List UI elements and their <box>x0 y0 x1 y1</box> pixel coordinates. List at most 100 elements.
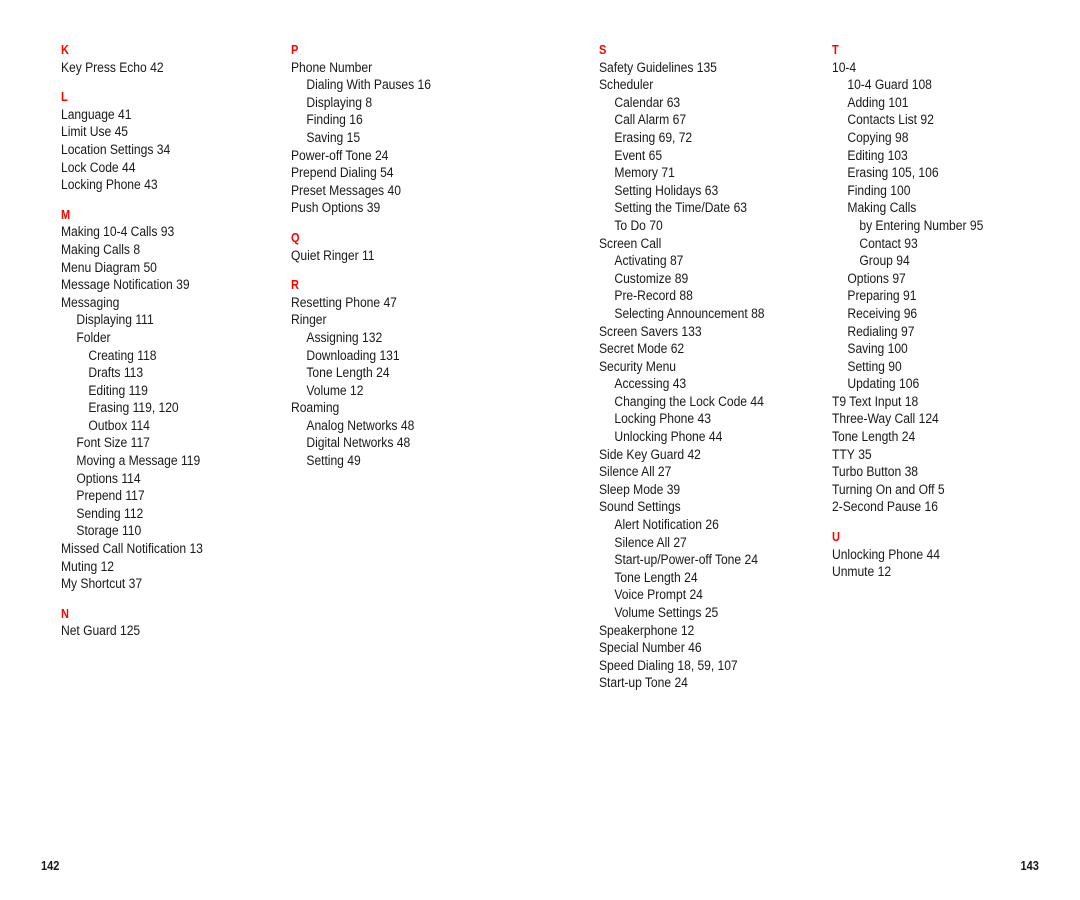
index-entry[interactable]: Pre-Record 88 <box>599 288 792 306</box>
index-entry[interactable]: Finding 100 <box>832 183 1029 201</box>
index-entry[interactable]: Storage 110 <box>61 523 251 541</box>
index-entry[interactable]: Silence All 27 <box>599 535 792 553</box>
index-entry[interactable]: T9 Text Input 18 <box>832 394 1029 412</box>
index-entry[interactable]: Locking Phone 43 <box>599 411 792 429</box>
index-entry[interactable]: Preset Messages 40 <box>291 183 548 201</box>
index-entry[interactable]: Lock Code 44 <box>61 160 251 178</box>
index-entry[interactable]: Erasing 69, 72 <box>599 130 792 148</box>
index-entry[interactable]: Folder <box>61 330 251 348</box>
index-entry[interactable]: Outbox 114 <box>61 418 251 436</box>
index-entry[interactable]: Contacts List 92 <box>832 112 1029 130</box>
index-entry[interactable]: Event 65 <box>599 148 792 166</box>
index-entry[interactable]: Customize 89 <box>599 271 792 289</box>
index-entry[interactable]: Assigning 132 <box>291 330 548 348</box>
index-entry[interactable]: Activating 87 <box>599 253 792 271</box>
index-entry[interactable]: Downloading 131 <box>291 348 548 366</box>
index-entry[interactable]: Phone Number <box>291 60 548 78</box>
index-entry[interactable]: Creating 118 <box>61 348 251 366</box>
index-entry[interactable]: Changing the Lock Code 44 <box>599 394 792 412</box>
index-entry[interactable]: 10-4 <box>832 60 1029 78</box>
index-entry[interactable]: 10-4 Guard 108 <box>832 77 1029 95</box>
index-entry[interactable]: Copying 98 <box>832 130 1029 148</box>
index-entry[interactable]: Tone Length 24 <box>832 429 1029 447</box>
index-entry[interactable]: Turning On and Off 5 <box>832 482 1029 500</box>
index-entry[interactable]: Displaying 8 <box>291 95 548 113</box>
index-entry[interactable]: Preparing 91 <box>832 288 1029 306</box>
index-entry[interactable]: Key Press Echo 42 <box>61 60 251 78</box>
index-entry[interactable]: Start-up Tone 24 <box>599 675 792 693</box>
index-entry[interactable]: Editing 119 <box>61 383 251 401</box>
index-entry[interactable]: Digital Networks 48 <box>291 435 548 453</box>
index-entry[interactable]: Turbo Button 38 <box>832 464 1029 482</box>
index-entry[interactable]: Menu Diagram 50 <box>61 260 251 278</box>
index-entry[interactable]: To Do 70 <box>599 218 792 236</box>
index-entry[interactable]: Options 97 <box>832 271 1029 289</box>
index-entry[interactable]: Erasing 119, 120 <box>61 400 251 418</box>
index-entry[interactable]: Group 94 <box>832 253 1029 271</box>
index-entry[interactable]: Voice Prompt 24 <box>599 587 792 605</box>
index-entry[interactable]: Editing 103 <box>832 148 1029 166</box>
index-entry[interactable]: Setting Holidays 63 <box>599 183 792 201</box>
index-entry[interactable]: Sound Settings <box>599 499 792 517</box>
index-entry[interactable]: Start-up/Power-off Tone 24 <box>599 552 792 570</box>
index-entry[interactable]: Accessing 43 <box>599 376 792 394</box>
index-entry[interactable]: Volume 12 <box>291 383 548 401</box>
index-entry[interactable]: Safety Guidelines 135 <box>599 60 792 78</box>
index-entry[interactable]: Sending 112 <box>61 506 251 524</box>
index-entry[interactable]: Call Alarm 67 <box>599 112 792 130</box>
index-entry[interactable]: Language 41 <box>61 107 251 125</box>
index-entry[interactable]: Selecting Announcement 88 <box>599 306 792 324</box>
index-entry[interactable]: Tone Length 24 <box>599 570 792 588</box>
index-entry[interactable]: Roaming <box>291 400 548 418</box>
index-entry[interactable]: Saving 100 <box>832 341 1029 359</box>
index-entry[interactable]: Sleep Mode 39 <box>599 482 792 500</box>
index-entry[interactable]: Font Size 117 <box>61 435 251 453</box>
index-entry[interactable]: Speed Dialing 18, 59, 107 <box>599 658 792 676</box>
index-entry[interactable]: Volume Settings 25 <box>599 605 792 623</box>
index-entry[interactable]: Setting 90 <box>832 359 1029 377</box>
index-entry[interactable]: Security Menu <box>599 359 792 377</box>
index-entry[interactable]: Adding 101 <box>832 95 1029 113</box>
index-entry[interactable]: Unmute 12 <box>832 564 1029 582</box>
index-entry[interactable]: Updating 106 <box>832 376 1029 394</box>
index-entry[interactable]: Making 10-4 Calls 93 <box>61 224 251 242</box>
index-entry[interactable]: Three-Way Call 124 <box>832 411 1029 429</box>
index-entry[interactable]: Redialing 97 <box>832 324 1029 342</box>
index-entry[interactable]: Quiet Ringer 11 <box>291 248 548 266</box>
index-entry[interactable]: Dialing With Pauses 16 <box>291 77 548 95</box>
index-entry[interactable]: Unlocking Phone 44 <box>599 429 792 447</box>
index-entry[interactable]: Net Guard 125 <box>61 623 251 641</box>
index-entry[interactable]: Calendar 63 <box>599 95 792 113</box>
index-entry[interactable]: Making Calls 8 <box>61 242 251 260</box>
index-entry[interactable]: Missed Call Notification 13 <box>61 541 251 559</box>
index-entry[interactable]: Side Key Guard 42 <box>599 447 792 465</box>
index-entry[interactable]: Setting the Time/Date 63 <box>599 200 792 218</box>
index-entry[interactable]: Saving 15 <box>291 130 548 148</box>
index-entry[interactable]: Setting 49 <box>291 453 548 471</box>
index-entry[interactable]: Prepend Dialing 54 <box>291 165 548 183</box>
index-entry[interactable]: Messaging <box>61 295 251 313</box>
index-entry[interactable]: Screen Savers 133 <box>599 324 792 342</box>
index-entry[interactable]: Options 114 <box>61 471 251 489</box>
index-entry[interactable]: Prepend 117 <box>61 488 251 506</box>
index-entry[interactable]: TTY 35 <box>832 447 1029 465</box>
index-entry[interactable]: Speakerphone 12 <box>599 623 792 641</box>
index-entry[interactable]: Resetting Phone 47 <box>291 295 548 313</box>
index-entry[interactable]: Locking Phone 43 <box>61 177 251 195</box>
index-entry[interactable]: Making Calls <box>832 200 1029 218</box>
index-entry[interactable]: Limit Use 45 <box>61 124 251 142</box>
index-entry[interactable]: Secret Mode 62 <box>599 341 792 359</box>
index-entry[interactable]: Silence All 27 <box>599 464 792 482</box>
index-entry[interactable]: Screen Call <box>599 236 792 254</box>
index-entry[interactable]: Tone Length 24 <box>291 365 548 383</box>
index-entry[interactable]: Receiving 96 <box>832 306 1029 324</box>
index-entry[interactable]: Moving a Message 119 <box>61 453 251 471</box>
index-entry[interactable]: Alert Notification 26 <box>599 517 792 535</box>
index-entry[interactable]: Memory 71 <box>599 165 792 183</box>
index-entry[interactable]: 2-Second Pause 16 <box>832 499 1029 517</box>
index-entry[interactable]: Push Options 39 <box>291 200 548 218</box>
index-entry[interactable]: Ringer <box>291 312 548 330</box>
index-entry[interactable]: Special Number 46 <box>599 640 792 658</box>
index-entry[interactable]: Scheduler <box>599 77 792 95</box>
index-entry[interactable]: by Entering Number 95 <box>832 218 1029 236</box>
